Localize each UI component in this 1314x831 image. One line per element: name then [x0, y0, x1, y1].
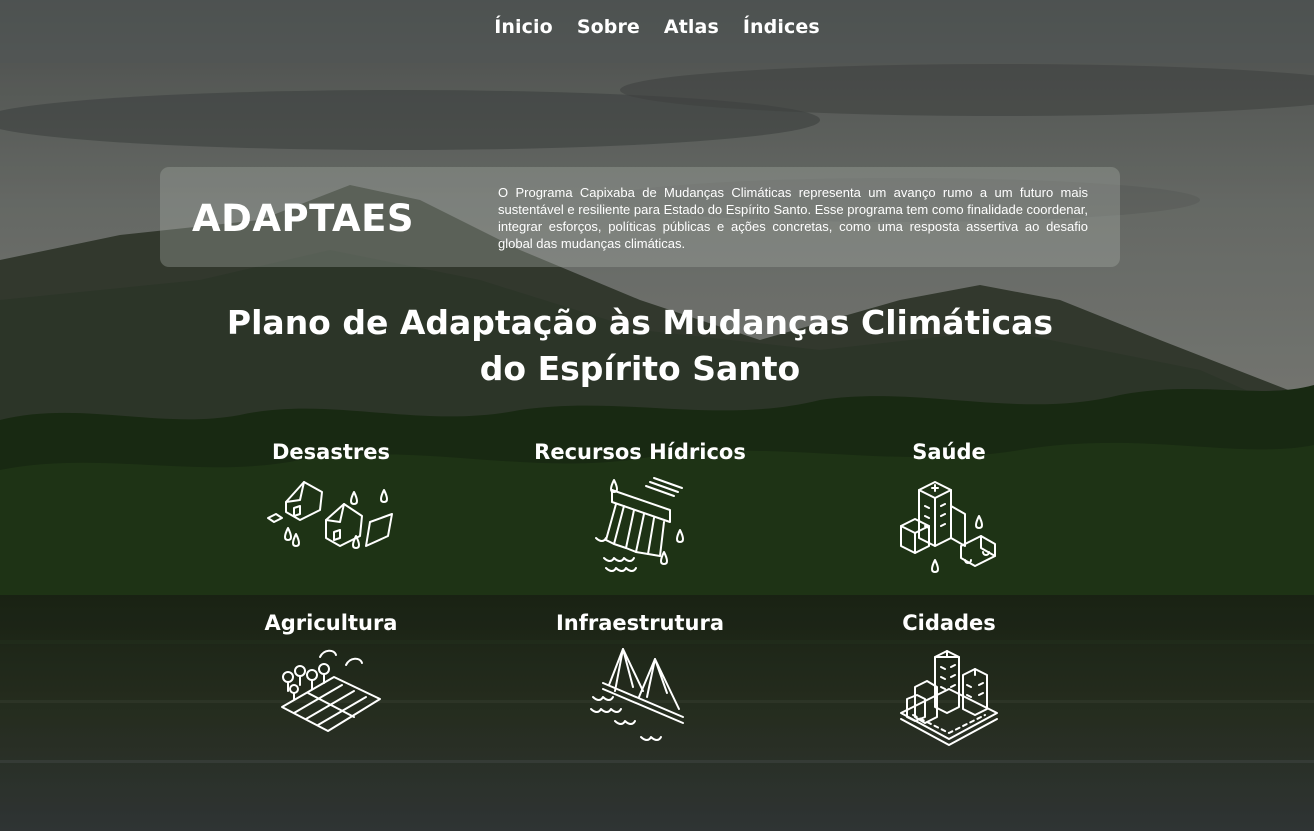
farm-field-icon [281, 649, 381, 732]
card-cidades[interactable]: Cidades [829, 611, 1069, 751]
nav-link-inicio[interactable]: Ínicio [494, 16, 553, 38]
card-recursos-hidricos[interactable]: Recursos Hídricos [520, 440, 760, 576]
card-label-infraestrutura: Infraestrutura [555, 611, 725, 635]
card-infraestrutura[interactable]: Infraestrutura [520, 611, 760, 747]
card-label-saude: Saúde [912, 440, 986, 464]
disasters-icon [267, 481, 393, 549]
brand-logo-text: ADAPTAES [192, 197, 415, 240]
card-agricultura[interactable]: Agricultura [211, 611, 451, 743]
top-navigation: Ínicio Sobre Atlas Índices [0, 0, 1314, 63]
card-desastres[interactable]: Desastres [211, 440, 451, 562]
city-buildings-icon [900, 650, 998, 746]
card-label-recursos-hidricos: Recursos Hídricos [534, 440, 746, 464]
page-title: Plano de Adaptação às Mudanças Climática… [200, 300, 1080, 392]
card-label-cidades: Cidades [902, 611, 996, 635]
hero-card: ADAPTAES O Programa Capixaba de Mudanças… [160, 167, 1120, 267]
page-title-line1: Plano de Adaptação às Mudanças Climática… [226, 303, 1054, 342]
water-dam-icon [595, 477, 684, 572]
nav-link-atlas[interactable]: Atlas [664, 16, 719, 38]
card-saude[interactable]: Saúde [829, 440, 1069, 576]
page-title-line2: do Espírito Santo [479, 349, 801, 388]
card-label-desastres: Desastres [272, 440, 390, 464]
program-description: O Programa Capixaba de Mudanças Climátic… [498, 185, 1088, 251]
nav-link-indices[interactable]: Índices [743, 16, 820, 38]
card-label-agricultura: Agricultura [264, 611, 398, 635]
bridge-icon [590, 648, 684, 741]
hospital-ambulance-icon [900, 481, 996, 573]
nav-link-sobre[interactable]: Sobre [577, 16, 640, 38]
